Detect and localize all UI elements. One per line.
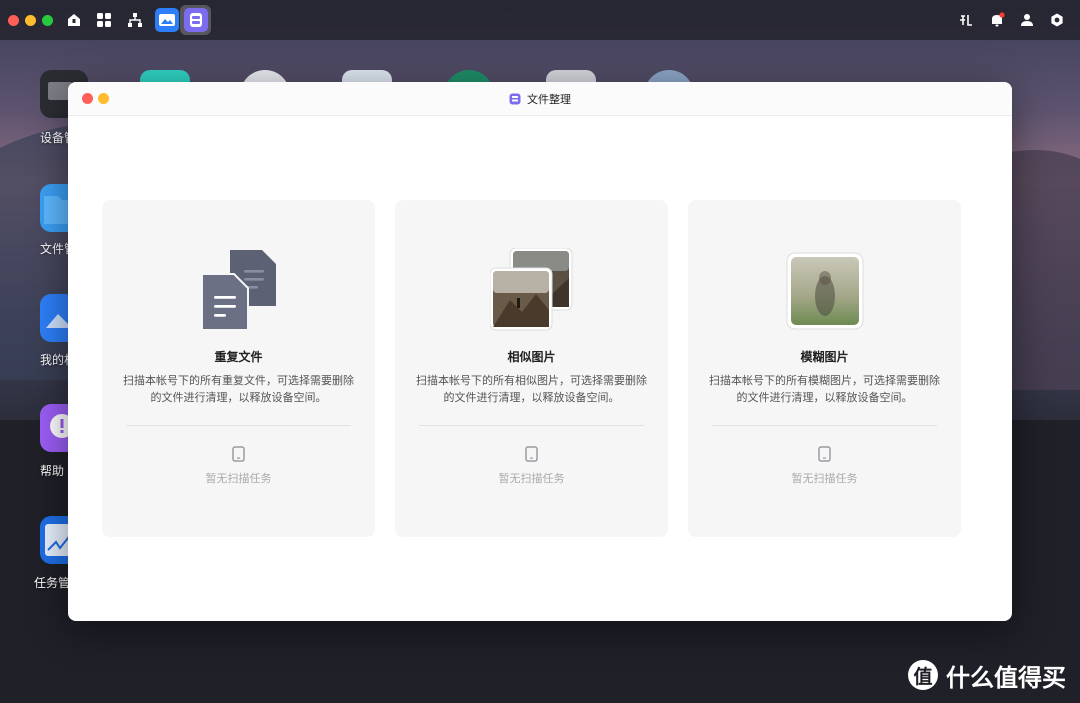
divider	[126, 425, 351, 426]
card-title: 模糊图片	[800, 350, 849, 364]
watermark-text: 什么值得买	[946, 663, 1066, 692]
top-bar	[0, 0, 1080, 40]
card-description: 扫描本帐号下的所有相似图片，可选择需要删除的文件进行清理，以释放设备空间。	[416, 374, 647, 404]
file-organizer-app-icon[interactable]	[184, 8, 208, 32]
window-title: 文件整理	[68, 82, 1012, 115]
scan-status: 暂无扫描任务	[791, 472, 858, 485]
zoom-dot[interactable]	[42, 15, 53, 26]
card-title: 重复文件	[214, 350, 263, 364]
divider	[712, 425, 937, 426]
home-icon[interactable]	[64, 10, 84, 30]
divider	[419, 425, 644, 426]
duplicate-files-card[interactable]: 重复文件 扫描本帐号下的所有重复文件，可选择需要删除的文件进行清理，以释放设备空…	[102, 200, 375, 537]
photos-app-icon[interactable]	[155, 8, 179, 32]
card-description: 扫描本帐号下的所有模糊图片，可选择需要删除的文件进行清理，以释放设备空间。	[709, 374, 940, 404]
similar-images-card[interactable]: 相似图片 扫描本帐号下的所有相似图片，可选择需要删除的文件进行清理，以释放设备空…	[395, 200, 668, 537]
minimize-dot[interactable]	[25, 15, 36, 26]
tablet-icon	[232, 446, 245, 462]
watermark: 值 什么值得买	[908, 656, 1066, 694]
settings-icon[interactable]	[1047, 10, 1067, 30]
window-title-text: 文件整理	[527, 92, 571, 106]
scan-status: 暂无扫描任务	[498, 472, 565, 485]
desktop: 设备管 文件管 我的相 帮助 任务管 文件整理 重复文件 扫描本帐号下的所有重复…	[0, 0, 1080, 703]
file-organizer-window: 文件整理 重复文件 扫描本帐号下的所有重复文件，可选择需要删除的文件进行清理，以…	[68, 82, 1012, 621]
file-organizer-icon	[509, 93, 521, 105]
card-description: 扫描本帐号下的所有重复文件，可选择需要删除的文件进行清理，以释放设备空间。	[123, 374, 354, 404]
close-dot[interactable]	[8, 15, 19, 26]
duplicate-files-icon	[201, 250, 276, 331]
card-title: 相似图片	[507, 350, 556, 364]
language-icon[interactable]	[956, 10, 976, 30]
watermark-logo: 值	[908, 660, 938, 690]
similar-images-icon	[490, 248, 573, 331]
user-icon[interactable]	[1017, 10, 1037, 30]
network-icon[interactable]	[125, 10, 145, 30]
blurry-images-card[interactable]: 模糊图片 扫描本帐号下的所有模糊图片，可选择需要删除的文件进行清理，以释放设备空…	[688, 200, 961, 537]
tablet-icon	[525, 446, 538, 462]
blurry-images-icon	[786, 252, 864, 330]
bell-icon[interactable]	[987, 10, 1007, 30]
tablet-icon	[818, 446, 831, 462]
scan-status: 暂无扫描任务	[205, 472, 272, 485]
apps-grid-icon[interactable]	[94, 10, 114, 30]
